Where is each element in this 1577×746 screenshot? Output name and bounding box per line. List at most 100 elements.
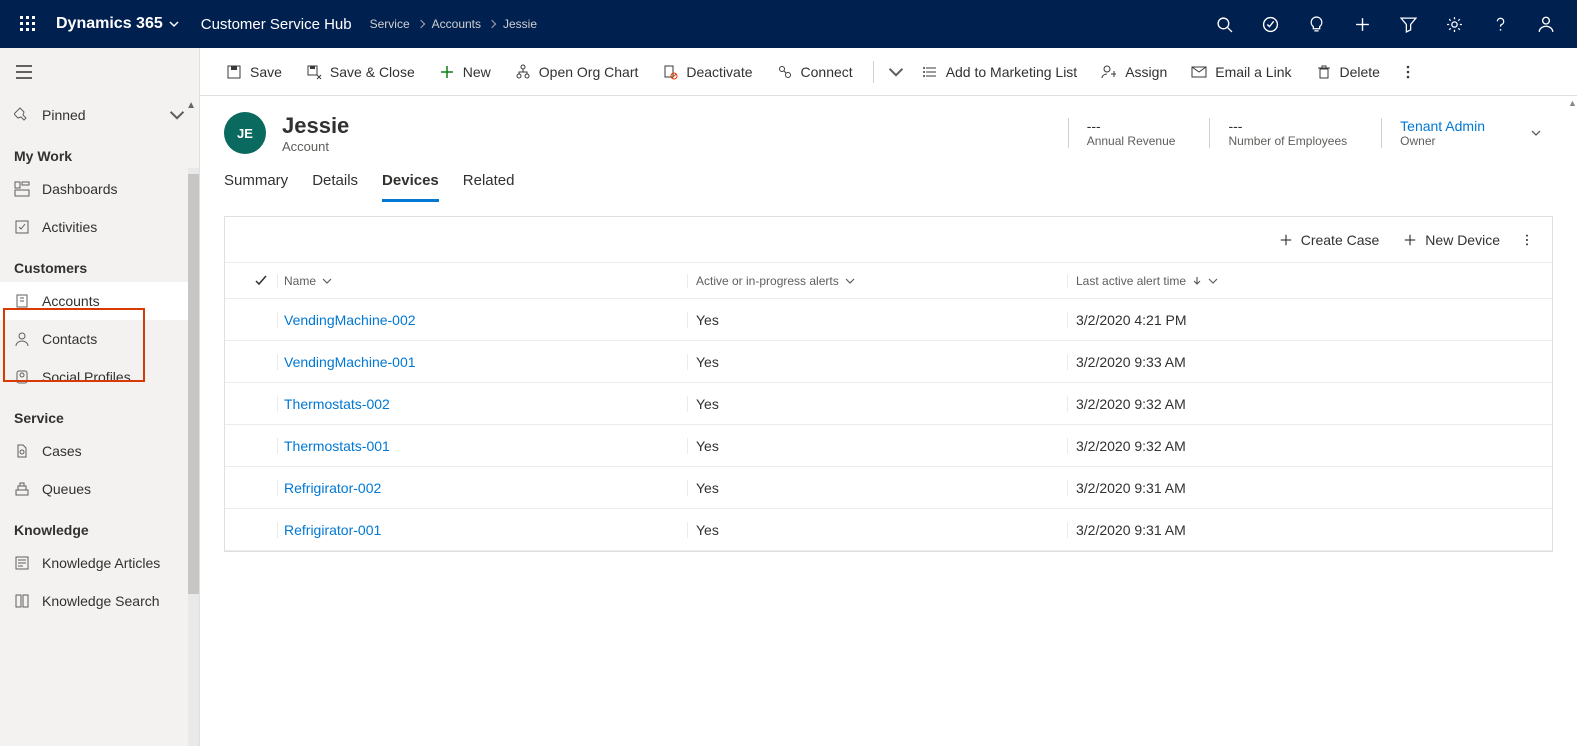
social-icon [14,369,30,385]
hub-name[interactable]: Customer Service Hub [183,16,370,33]
row-name[interactable]: Refrigirator-002 [284,480,381,496]
button-label: New Device [1425,232,1500,248]
chevron-down-icon [845,276,855,286]
row-alerts: Yes [696,438,719,454]
product-brand[interactable]: Dynamics 365 [48,15,183,33]
row-name[interactable]: Refrigirator-001 [284,522,381,538]
sidebar-item-social[interactable]: Social Profiles [0,358,199,396]
tabs: Summary Details Devices Related [200,154,1577,202]
table-row[interactable]: VendingMachine-001Yes3/2/2020 9:33 AM [225,341,1552,383]
kpi-value: --- [1087,118,1176,134]
row-alerts: Yes [696,480,719,496]
new-button[interactable]: New [429,58,501,86]
sidebar-item-pinned[interactable]: Pinned [0,96,199,134]
lightbulb-icon[interactable] [1293,0,1339,48]
sidebar-item-accounts[interactable]: Accounts [0,282,199,320]
expand-header-button[interactable] [1519,125,1553,141]
column-time[interactable]: Last active alert time [1067,274,1552,288]
sidebar-item-knowledge-search[interactable]: Knowledge Search [0,582,199,620]
sidebar-item-label: Accounts [42,293,100,309]
search-icon[interactable] [1201,0,1247,48]
user-icon[interactable] [1523,0,1569,48]
row-time: 3/2/2020 9:31 AM [1076,480,1186,496]
chevron-right-icon [488,20,496,28]
sidebar-item-activities[interactable]: Activities [0,208,199,246]
row-time: 3/2/2020 9:32 AM [1076,438,1186,454]
row-name[interactable]: VendingMachine-001 [284,354,416,370]
help-icon[interactable] [1477,0,1523,48]
table-row[interactable]: Refrigirator-001Yes3/2/2020 9:31 AM [225,509,1552,551]
org-chart-button[interactable]: Open Org Chart [505,58,649,86]
collapse-arrow-icon[interactable]: ▲ [186,100,196,111]
sidebar-item-dashboards[interactable]: Dashboards [0,170,199,208]
connect-button[interactable]: Connect [767,58,863,86]
chevron-down-icon [888,64,904,80]
assign-button[interactable]: Assign [1091,58,1177,86]
sidebar-item-knowledge-articles[interactable]: Knowledge Articles [0,544,199,582]
button-label: Create Case [1301,232,1380,248]
row-name[interactable]: Thermostats-002 [284,396,390,412]
create-case-button[interactable]: Create Case [1269,226,1390,254]
sidebar-item-label: Pinned [42,107,86,123]
column-name[interactable]: Name [277,274,687,288]
hamburger-icon[interactable] [0,48,199,96]
app-launcher-icon[interactable] [8,4,48,44]
row-name[interactable]: VendingMachine-002 [284,312,416,328]
top-navbar: Dynamics 365 Customer Service Hub Servic… [0,0,1577,48]
grid-overflow-button[interactable] [1514,227,1540,253]
row-name[interactable]: Thermostats-001 [284,438,390,454]
row-time: 3/2/2020 9:33 AM [1076,354,1186,370]
gear-icon[interactable] [1431,0,1477,48]
overflow-button[interactable] [1394,58,1422,86]
sidebar-item-cases[interactable]: Cases [0,432,199,470]
separator [873,61,874,83]
table-row[interactable]: Thermostats-002Yes3/2/2020 9:32 AM [225,383,1552,425]
deactivate-button[interactable]: Deactivate [652,58,762,86]
crumb-2[interactable]: Jessie [503,17,537,31]
main-scrollbar[interactable]: ▲ [1565,96,1577,746]
sidebar-item-label: Knowledge Articles [42,555,160,571]
column-alerts[interactable]: Active or in-progress alerts [687,274,1067,288]
tab-summary[interactable]: Summary [224,172,288,202]
delete-button[interactable]: Delete [1306,58,1390,86]
crumb-0[interactable]: Service [370,17,410,31]
task-flow-icon[interactable] [1247,0,1293,48]
plus-icon[interactable] [1339,0,1385,48]
sidebar-section-knowledge: Knowledge [0,508,199,544]
select-all[interactable] [225,275,277,287]
crumb-1[interactable]: Accounts [432,17,481,31]
tab-related[interactable]: Related [463,172,515,202]
filter-icon[interactable] [1385,0,1431,48]
table-row[interactable]: Refrigirator-002 Yes 3/2/2020 9:31 AM [225,467,1552,509]
kpi-value[interactable]: Tenant Admin [1400,118,1485,134]
cmd-label: Email a Link [1215,64,1291,80]
email-icon [1191,64,1207,80]
kpi-label: Number of Employees [1228,134,1347,148]
row-time: 3/2/2020 9:32 AM [1076,396,1186,412]
table-row[interactable]: VendingMachine-002Yes3/2/2020 4:21 PM [225,299,1552,341]
sidebar-item-contacts[interactable]: Contacts [0,320,199,358]
connect-dropdown[interactable] [884,58,908,86]
queue-icon [14,481,30,497]
save-button[interactable]: Save [216,58,292,86]
tab-details[interactable]: Details [312,172,358,202]
org-chart-icon [515,64,531,80]
save-icon [226,64,242,80]
grid-body: VendingMachine-002Yes3/2/2020 4:21 PMVen… [225,299,1552,551]
chevron-down-icon [322,276,332,286]
email-link-button[interactable]: Email a Link [1181,58,1301,86]
add-marketing-button[interactable]: Add to Marketing List [912,58,1088,86]
article-icon [14,555,30,571]
sidebar-item-queues[interactable]: Queues [0,470,199,508]
table-row[interactable]: Thermostats-001 Yes 3/2/2020 9:32 AM [225,425,1552,467]
sidebar-scrollbar[interactable] [188,168,199,746]
page-title: Jessie [282,113,349,139]
more-vertical-icon [1520,233,1534,247]
sidebar-item-label: Contacts [42,331,97,347]
activity-icon [14,219,30,235]
save-close-button[interactable]: Save & Close [296,58,425,86]
tab-devices[interactable]: Devices [382,172,439,202]
sidebar-item-label: Dashboards [42,181,118,197]
new-device-button[interactable]: New Device [1393,226,1510,254]
cmd-label: Save & Close [330,64,415,80]
